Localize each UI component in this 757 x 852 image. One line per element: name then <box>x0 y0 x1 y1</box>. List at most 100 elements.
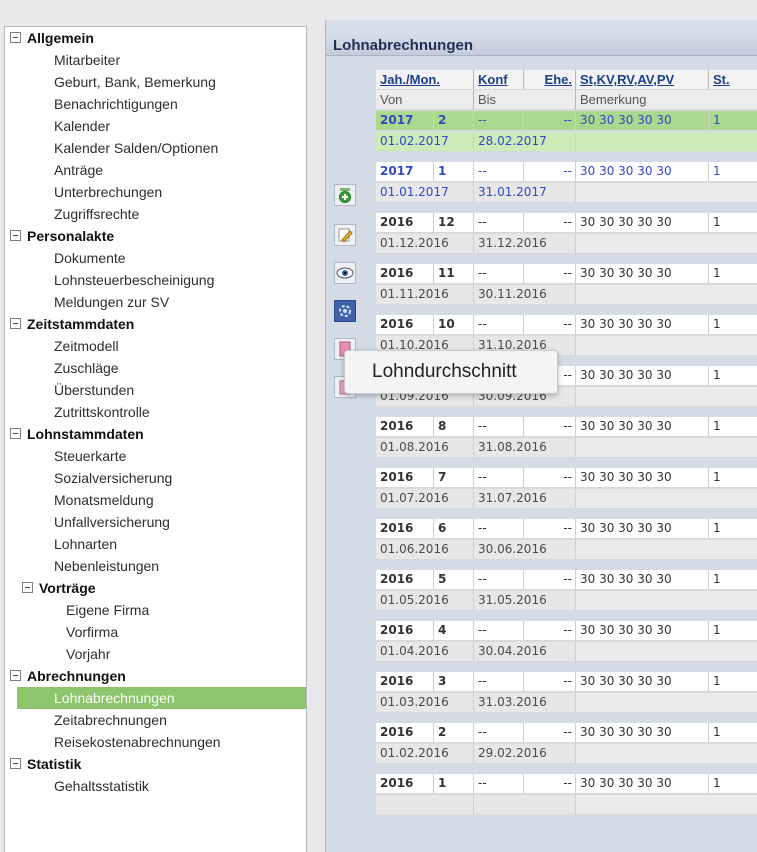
tree-item-anträge[interactable]: Anträge <box>5 159 306 181</box>
tree-item-vorfirma[interactable]: Vorfirma <box>5 621 306 643</box>
header-ehe[interactable]: Ehe. <box>524 70 576 90</box>
cell-bis: 30.11.2016 <box>474 285 576 305</box>
tree-item-label: Vorjahr <box>66 646 111 662</box>
cell-sv: 30 30 30 30 30 <box>576 315 709 335</box>
header-bis[interactable]: Bis <box>474 90 576 110</box>
cell-month: 3 <box>434 672 474 692</box>
collapse-toggle-icon[interactable] <box>10 230 21 241</box>
tree-item-unterbrechungen[interactable]: Unterbrechungen <box>5 181 306 203</box>
cell-bemerkung <box>576 744 757 764</box>
tree-item-benachrichtigungen[interactable]: Benachrichtigungen <box>5 93 306 115</box>
cell-konf: -- <box>474 264 524 284</box>
cell-bemerkung <box>576 693 757 713</box>
collapse-toggle-icon[interactable] <box>10 32 21 43</box>
header-von[interactable]: Von <box>376 90 474 110</box>
tree-item-monatsmeldung[interactable]: Monatsmeldung <box>5 489 306 511</box>
tree-item-mitarbeiter[interactable]: Mitarbeiter <box>5 49 306 71</box>
collapse-toggle-icon[interactable] <box>10 318 21 329</box>
cell-von: 01.07.2016 <box>376 489 474 509</box>
tree-item-lohnabrechnungen[interactable]: Lohnabrechnungen <box>17 687 306 709</box>
cell-st: 1 <box>709 468 757 488</box>
cell-konf: -- <box>474 774 524 794</box>
cell-st: 1 <box>709 162 757 182</box>
tree-item-gehaltsstatistik[interactable]: Gehaltsstatistik <box>5 775 306 797</box>
tree-item-kalender[interactable]: Kalender <box>5 115 306 137</box>
tree-item-geburt-bank-bemerkung[interactable]: Geburt, Bank, Bemerkung <box>5 71 306 93</box>
tree-item-eigene-firma[interactable]: Eigene Firma <box>5 599 306 621</box>
cell-ehe: -- <box>524 213 576 233</box>
cell-ehe: -- <box>524 468 576 488</box>
collapse-toggle-icon[interactable] <box>10 758 21 769</box>
cell-month: 10 <box>434 315 474 335</box>
tree-item-label: Anträge <box>54 162 104 178</box>
cell-von: 01.01.2017 <box>376 183 474 203</box>
tree-item-lohnarten[interactable]: Lohnarten <box>5 533 306 555</box>
tree-item-label: Dokumente <box>54 250 126 266</box>
header-bemerkung[interactable]: Bemerkung <box>576 90 757 110</box>
tree-item-überstunden[interactable]: Überstunden <box>5 379 306 401</box>
view-icon[interactable] <box>334 262 356 284</box>
tree-item-lohnsteuerbescheinigung[interactable]: Lohnsteuerbescheinigung <box>5 269 306 291</box>
cell-ehe: -- <box>524 519 576 539</box>
cell-year: 2016 <box>376 723 434 743</box>
cell-bis <box>474 795 576 815</box>
tree-section-vorträge[interactable]: Vorträge <box>5 577 306 599</box>
tree-section-allgemein[interactable]: Allgemein <box>5 27 306 49</box>
header-jah-mon[interactable]: Jah./Mon. <box>376 70 474 90</box>
cell-sv: 30 30 30 30 30 <box>576 672 709 692</box>
collapse-toggle-icon[interactable] <box>22 582 33 593</box>
cell-month: 12 <box>434 213 474 233</box>
cell-von: 01.04.2016 <box>376 642 474 662</box>
tree-item-sozialversicherung[interactable]: Sozialversicherung <box>5 467 306 489</box>
tree-item-label: Zutrittskontrolle <box>54 404 150 420</box>
cell-year: 2016 <box>376 264 434 284</box>
tree-item-kalender-salden-optionen[interactable]: Kalender Salden/Optionen <box>5 137 306 159</box>
tree-item-steuerkarte[interactable]: Steuerkarte <box>5 445 306 467</box>
tree-item-zeitabrechnungen[interactable]: Zeitabrechnungen <box>5 709 306 731</box>
tooltip-lohndurchschnitt: Lohndurchschnitt <box>344 350 558 394</box>
calculate-icon[interactable] <box>334 300 356 322</box>
tree-section-label: Statistik <box>27 756 82 772</box>
cell-von: 01.11.2016 <box>376 285 474 305</box>
cell-bis: 31.03.2016 <box>474 693 576 713</box>
tree-item-reisekostenabrechnungen[interactable]: Reisekostenabrechnungen <box>5 731 306 753</box>
tree-item-zugriffsrechte[interactable]: Zugriffsrechte <box>5 203 306 225</box>
cell-sv: 30 30 30 30 30 <box>576 264 709 284</box>
cell-konf: -- <box>474 621 524 641</box>
tree-item-zeitmodell[interactable]: Zeitmodell <box>5 335 306 357</box>
cell-month: 2 <box>434 111 474 131</box>
cell-bis: 31.01.2017 <box>474 183 576 203</box>
tree-item-label: Lohnabrechnungen <box>54 690 175 706</box>
header-konf[interactable]: Konf <box>474 70 524 90</box>
tree-section-statistik[interactable]: Statistik <box>5 753 306 775</box>
tree-section-abrechnungen[interactable]: Abrechnungen <box>5 665 306 687</box>
cell-month: 4 <box>434 621 474 641</box>
tree-section-lohnstammdaten[interactable]: Lohnstammdaten <box>5 423 306 445</box>
tree-item-unfallversicherung[interactable]: Unfallversicherung <box>5 511 306 533</box>
cell-bemerkung <box>576 540 757 560</box>
edit-icon[interactable] <box>334 224 356 246</box>
tree-section-personalakte[interactable]: Personalakte <box>5 225 306 247</box>
tree-section-label: Personalakte <box>27 228 115 244</box>
tree-item-vorjahr[interactable]: Vorjahr <box>5 643 306 665</box>
collapse-toggle-icon[interactable] <box>10 670 21 681</box>
cell-von <box>376 795 474 815</box>
add-icon[interactable] <box>334 184 356 206</box>
cell-konf: -- <box>474 723 524 743</box>
cell-year: 2016 <box>376 417 434 437</box>
header-sv[interactable]: St,KV,RV,AV,PV <box>576 70 709 90</box>
cell-von: 01.05.2016 <box>376 591 474 611</box>
tree-item-zuschläge[interactable]: Zuschläge <box>5 357 306 379</box>
tree-item-label: Benachrichtigungen <box>54 96 178 112</box>
collapse-toggle-icon[interactable] <box>10 428 21 439</box>
tree-section-zeitstammdaten[interactable]: Zeitstammdaten <box>5 313 306 335</box>
header-st[interactable]: St. <box>709 70 757 90</box>
tree-item-label: Nebenleistungen <box>54 558 160 574</box>
tree-item-meldungen-zur-sv[interactable]: Meldungen zur SV <box>5 291 306 313</box>
cell-konf: -- <box>474 111 524 131</box>
tree-item-nebenleistungen[interactable]: Nebenleistungen <box>5 555 306 577</box>
tree-item-dokumente[interactable]: Dokumente <box>5 247 306 269</box>
tree-item-zutrittskontrolle[interactable]: Zutrittskontrolle <box>5 401 306 423</box>
cell-von: 01.02.2017 <box>376 132 474 152</box>
tree-section-label: Abrechnungen <box>27 668 126 684</box>
